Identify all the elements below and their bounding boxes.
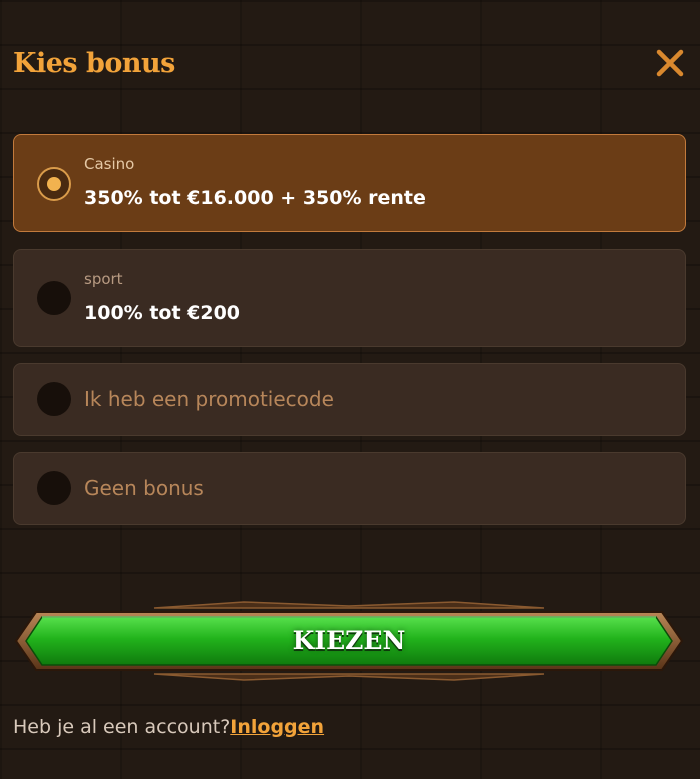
login-prompt: Heb je al een account?Inloggen (13, 716, 324, 738)
modal-header: Kies bonus (13, 44, 687, 84)
bonus-option-casino[interactable]: Casino 350% tot €16.000 + 350% rente (13, 134, 686, 232)
bonus-option-sport[interactable]: sport 100% tot €200 (13, 249, 686, 347)
close-icon[interactable] (655, 48, 685, 78)
radio-unselected[interactable] (37, 471, 71, 505)
option-label: Ik heb een promotiecode (84, 387, 334, 411)
option-label: Geen bonus (84, 476, 204, 500)
radio-dot (47, 177, 61, 191)
radio-unselected[interactable] (37, 281, 71, 315)
bonus-option-none[interactable]: Geen bonus (13, 452, 686, 525)
login-prompt-text: Heb je al een account? (13, 716, 231, 738)
radio-selected[interactable] (37, 167, 71, 201)
login-link[interactable]: Inloggen (230, 716, 324, 738)
page-title: Kies bonus (13, 48, 175, 79)
option-bonus-value: 350% tot €16.000 + 350% rente (84, 187, 426, 209)
radio-unselected[interactable] (37, 382, 71, 416)
choose-button-label: KIEZEN (292, 626, 406, 655)
option-bonus-value: 100% tot €200 (84, 302, 241, 324)
choose-button[interactable]: KIEZEN (14, 600, 684, 682)
option-category-label: Casino (84, 155, 135, 173)
bonus-option-promocode[interactable]: Ik heb een promotiecode (13, 363, 686, 436)
option-category-label: sport (84, 270, 123, 288)
